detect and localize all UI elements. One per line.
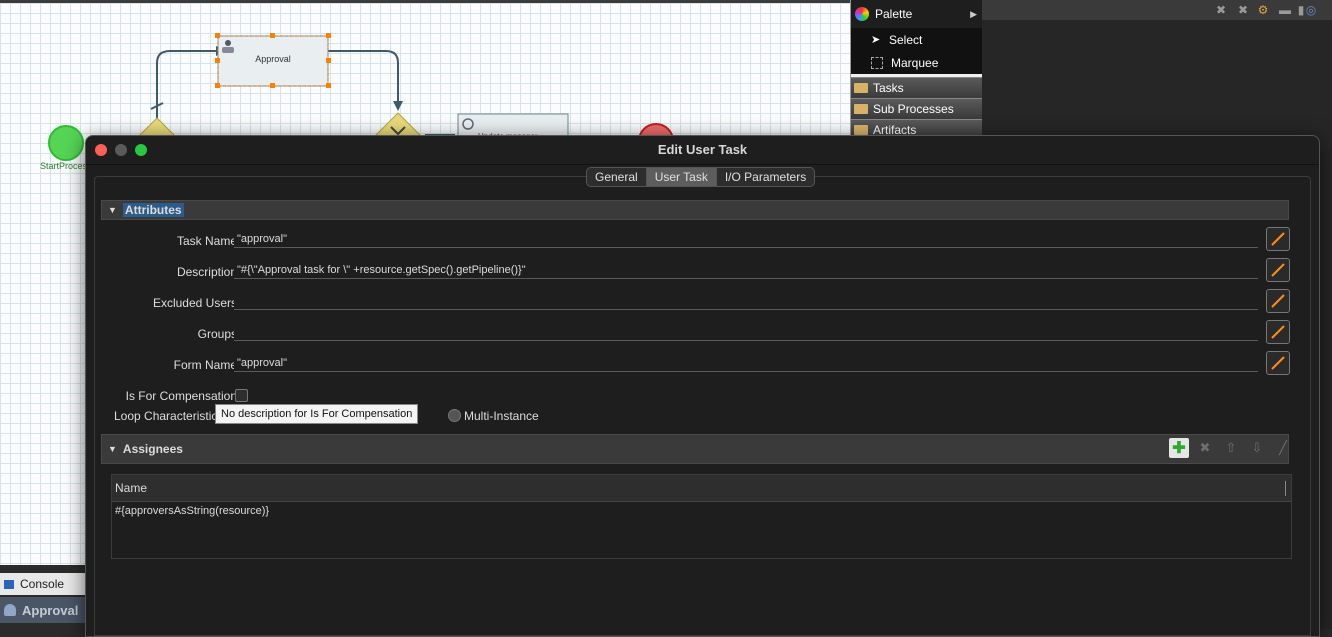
- description-row: Description "#{\"Approval task for \" +r…: [101, 258, 1301, 284]
- palette-tool-marquee[interactable]: Marquee: [851, 51, 983, 74]
- pencil-icon: [1271, 263, 1285, 277]
- move-up-icon[interactable]: ⇧: [1221, 438, 1241, 458]
- task-name-row: Task Name "approval": [101, 227, 1301, 253]
- start-event: [48, 125, 84, 161]
- tab-user-task[interactable]: User Task: [646, 168, 717, 186]
- column-header-name: Name: [115, 481, 148, 495]
- multi-instance-radio[interactable]: [448, 409, 461, 422]
- description-label: Description: [176, 265, 237, 279]
- user-icon: [4, 604, 16, 616]
- collapse-arrow-icon[interactable]: ▶: [970, 9, 977, 20]
- expand-arrow-icon[interactable]: ▼: [108, 205, 117, 215]
- editor-tab-label: Approval: [22, 602, 79, 618]
- dialog-titlebar[interactable]: Edit User Task: [86, 136, 1319, 165]
- task-name-label: Task Name: [176, 234, 237, 248]
- tab-io-parameters[interactable]: I/O Parameters: [717, 168, 814, 186]
- console-tab[interactable]: Console: [0, 573, 90, 595]
- palette-drawer-tasks[interactable]: Tasks: [851, 77, 983, 98]
- gears-icon[interactable]: ⚙: [1256, 3, 1270, 17]
- groups-row: Groups: [101, 320, 1301, 346]
- view-toolbar: ✖ ✖ ⚙ ▬ ▮ ◎: [982, 0, 1332, 20]
- form-name-label: Form Name: [173, 358, 237, 372]
- compensation-checkbox[interactable]: [235, 389, 248, 402]
- flow-arrowhead: [393, 101, 403, 111]
- groups-edit-button[interactable]: [1266, 320, 1290, 344]
- dialog-title: Edit User Task: [657, 142, 748, 157]
- drawer-label: Sub Processes: [873, 102, 954, 116]
- folder-icon: [854, 104, 868, 114]
- attributes-section-title: Attributes: [122, 203, 184, 217]
- column-resize-handle[interactable]: [1285, 481, 1286, 496]
- palette-header[interactable]: Palette ▶: [851, 0, 983, 28]
- palette-tool-select[interactable]: ➤ Select: [851, 28, 983, 51]
- assignees-section-header[interactable]: ▼ Assignees: [101, 434, 1289, 464]
- groups-field[interactable]: [234, 324, 1258, 341]
- palette-tool-label: Marquee: [891, 55, 939, 70]
- pencil-icon: [1271, 325, 1285, 339]
- compensation-tooltip: No description for Is For Compensation: [215, 404, 419, 424]
- add-assignee-button[interactable]: ✚: [1169, 438, 1189, 458]
- remove-all-icon[interactable]: ✖: [1236, 3, 1250, 17]
- assignees-section-title: Assignees: [122, 442, 183, 456]
- start-event-label: StartProcess: [40, 161, 92, 171]
- dialog-tabs: General User Task I/O Parameters: [586, 167, 816, 187]
- folder-icon: [854, 83, 868, 93]
- approval-task-label: Approval: [255, 54, 291, 64]
- folder-icon: [854, 125, 868, 135]
- form-name-edit-button[interactable]: [1266, 351, 1290, 375]
- console-label: Console: [20, 577, 65, 591]
- filter-icon[interactable]: ◎: [1304, 3, 1318, 17]
- collapse-icon[interactable]: ▬: [1278, 3, 1292, 17]
- compensation-label: Is For Compensation: [125, 389, 237, 403]
- description-field[interactable]: "#{\"Approval task for \" +resource.getS…: [234, 262, 1258, 279]
- table-header[interactable]: Name: [112, 475, 1291, 502]
- task-name-field[interactable]: "approval": [234, 231, 1258, 248]
- tab-general[interactable]: General: [587, 168, 647, 186]
- palette-tool-label: Select: [889, 32, 923, 47]
- expand-arrow-icon[interactable]: ▼: [108, 444, 117, 454]
- arrow-cursor-icon: ➤: [871, 34, 881, 46]
- multi-instance-label: Multi-Instance: [464, 409, 539, 423]
- flow-approval-to-gateway: [328, 50, 399, 103]
- excluded-users-edit-button[interactable]: [1266, 289, 1290, 313]
- palette: Palette ▶ ➤ Select Marquee Tasks Sub Pro…: [850, 0, 983, 140]
- assignees-toolbar: ✚ ✖ ⇧ ⇩ ╱: [1169, 438, 1293, 458]
- edit-user-task-dialog: Edit User Task General User Task I/O Par…: [85, 135, 1320, 637]
- marquee-icon: [871, 56, 883, 69]
- palette-drawer-subprocesses[interactable]: Sub Processes: [851, 98, 983, 119]
- form-name-row: Form Name "approval": [101, 351, 1301, 377]
- console-icon: [4, 579, 14, 589]
- task-name-edit-button[interactable]: [1266, 227, 1290, 251]
- excluded-users-row: Excluded Users: [101, 289, 1301, 315]
- excluded-users-field[interactable]: [234, 293, 1258, 310]
- palette-icon: [855, 7, 869, 21]
- edit-assignee-icon[interactable]: ╱: [1273, 438, 1293, 458]
- attributes-section-header[interactable]: ▼ Attributes: [101, 200, 1289, 220]
- excluded-users-label: Excluded Users: [152, 296, 237, 310]
- loop-characteristics-label: Loop Characteristics: [114, 409, 224, 423]
- pencil-icon: [1271, 294, 1285, 308]
- assignees-table: Name #{approversAsString(resource)}: [111, 474, 1292, 559]
- table-row[interactable]: #{approversAsString(resource)}: [112, 502, 1291, 520]
- flow-gateway-to-approval: [156, 50, 216, 123]
- move-down-icon[interactable]: ⇩: [1247, 438, 1267, 458]
- pencil-icon: [1271, 356, 1285, 370]
- palette-title: Palette: [875, 7, 913, 21]
- pencil-icon: [1271, 232, 1285, 246]
- remove-icon[interactable]: ✖: [1214, 3, 1228, 17]
- groups-label: Groups: [197, 327, 237, 341]
- drawer-label: Tasks: [873, 81, 904, 95]
- editor-tab-approval[interactable]: Approval: [0, 597, 90, 623]
- description-edit-button[interactable]: [1266, 258, 1290, 282]
- remove-assignee-button[interactable]: ✖: [1195, 438, 1215, 458]
- form-name-field[interactable]: "approval": [234, 355, 1258, 372]
